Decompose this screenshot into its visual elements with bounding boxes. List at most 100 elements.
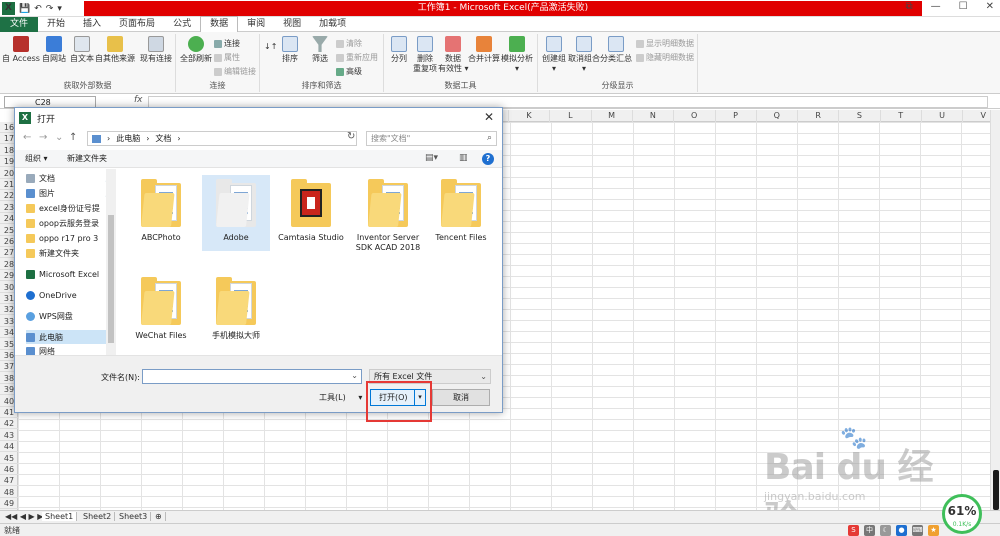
fx-icon[interactable]: fx (134, 95, 143, 105)
row-header[interactable]: 46 (0, 464, 18, 475)
column-header[interactable]: M (590, 110, 632, 122)
sort-button[interactable]: 排序 (278, 36, 302, 64)
preview-pane-icon[interactable]: ▥ (459, 153, 468, 163)
scroll-thumb[interactable] (993, 470, 999, 510)
from-text-button[interactable]: 自文本 (68, 36, 96, 64)
tab-page-layout[interactable]: 页面布局 (110, 17, 164, 32)
nav-folder-excel-id[interactable]: excel身份证号提 (26, 201, 116, 215)
sheet-tab-3[interactable]: Sheet3 (116, 512, 152, 521)
filename-input[interactable]: ⌄ (142, 369, 362, 384)
search-icon[interactable]: ⌕ (487, 132, 492, 145)
advanced-filter-button[interactable]: 高级 (336, 66, 362, 77)
subtotal-button[interactable]: 分类汇总 (600, 36, 632, 64)
reapply-button[interactable]: 重新应用 (336, 52, 378, 63)
column-header[interactable]: U (921, 110, 962, 122)
maximize-icon[interactable]: ☐ (959, 1, 968, 12)
help-icon[interactable]: ? (482, 153, 494, 165)
nav-documents[interactable]: 文档📌 (26, 171, 116, 185)
show-detail-button[interactable]: 显示明细数据 (636, 38, 694, 49)
tab-review[interactable]: 审阅 (238, 17, 274, 32)
breadcrumb-this-pc[interactable]: 此电脑 (116, 132, 140, 145)
moon-icon[interactable]: ☾ (880, 525, 891, 536)
nav-network[interactable]: 网络 (26, 347, 116, 355)
cancel-button[interactable]: 取消 (432, 389, 490, 406)
scroll-thumb[interactable] (108, 215, 114, 343)
file-item-wechat[interactable]: WeChat Files (127, 273, 195, 341)
from-web-button[interactable]: 自网站 (40, 36, 68, 64)
file-item-abcphoto[interactable]: ABCPhoto (127, 175, 195, 243)
view-options-icon[interactable]: ▤▾ (425, 153, 438, 163)
nav-pane-scrollbar[interactable] (106, 169, 116, 355)
row-header[interactable]: 43 (0, 430, 18, 441)
recent-dropdown-icon[interactable]: ⌄ (55, 132, 63, 143)
mic-icon[interactable]: ● (896, 525, 907, 536)
breadcrumb-documents[interactable]: 文档 (155, 132, 171, 145)
input-method-icon[interactable]: S (848, 525, 859, 536)
customize-qat-icon[interactable]: ▾ (57, 4, 62, 14)
organize-button[interactable]: 组织 ▾ (25, 153, 48, 164)
tab-view[interactable]: 视图 (274, 17, 310, 32)
ungroup-button[interactable]: 取消组合 ▾ (568, 36, 600, 74)
remove-duplicates-button[interactable]: 删除 重复项 (412, 36, 438, 74)
row-header[interactable]: 47 (0, 475, 18, 487)
search-input[interactable]: 搜索"文档" ⌕ (366, 131, 497, 146)
filter-button[interactable]: 筛选 (308, 36, 332, 64)
clear-filter-button[interactable]: 清除 (336, 38, 362, 49)
new-folder-button[interactable]: 新建文件夹 (67, 153, 107, 164)
tab-file[interactable]: 文件 (0, 16, 39, 32)
speed-zoom-widget[interactable]: 61% 0.1K/s (942, 494, 982, 534)
row-header[interactable]: 45 (0, 453, 18, 464)
tab-home[interactable]: 开始 (38, 17, 74, 32)
save-icon[interactable]: 💾 (19, 4, 30, 14)
existing-connections-button[interactable]: 现有连接 (138, 36, 174, 64)
sort-az-icon[interactable]: ↓↑ (264, 42, 277, 51)
row-header[interactable]: 49 (0, 498, 18, 510)
chevron-down-icon[interactable]: ⌄ (351, 371, 358, 380)
file-item-adobe[interactable]: Adobe (202, 175, 270, 251)
column-header[interactable]: T (879, 110, 921, 122)
undo-icon[interactable]: ↶ (34, 4, 42, 14)
file-item-emulator[interactable]: 手机模拟大师 (202, 273, 270, 341)
from-other-sources-button[interactable]: 自其他来源 (94, 36, 136, 64)
nav-onedrive[interactable]: OneDrive (26, 288, 116, 302)
nav-folder-opop[interactable]: opop云服务登录 (26, 216, 116, 230)
dialog-close-icon[interactable]: ✕ (484, 110, 494, 124)
forward-arrow-icon[interactable]: → (39, 132, 47, 143)
column-header[interactable]: P (714, 110, 756, 122)
address-bar[interactable]: › 此电脑 › 文档 › (87, 131, 357, 146)
back-arrow-icon[interactable]: ← (23, 132, 31, 143)
chevron-down-icon[interactable]: ⌄ (480, 370, 487, 383)
column-header[interactable]: S (838, 110, 879, 122)
nav-folder-new[interactable]: 新建文件夹 (26, 246, 116, 260)
sheet-tab-1[interactable]: Sheet1 (42, 512, 78, 521)
nav-folder-oppo[interactable]: oppo r17 pro 3 (26, 231, 116, 245)
file-item-inventor[interactable]: Inventor Server SDK ACAD 2018 (352, 175, 424, 253)
address-refresh-icon[interactable]: ↻ (347, 131, 355, 142)
redo-icon[interactable]: ↷ (46, 4, 54, 14)
file-item-camtasia[interactable]: Camtasia Studio (277, 175, 345, 243)
column-header[interactable]: Q (755, 110, 797, 122)
close-icon[interactable]: ✕ (986, 1, 994, 12)
nav-microsoft-excel[interactable]: Microsoft Excel (26, 267, 116, 281)
restore-ribbon-icon[interactable]: ⧉ (906, 1, 913, 12)
column-header[interactable]: R (797, 110, 838, 122)
what-if-analysis-button[interactable]: 模拟分析 ▾ (498, 36, 536, 74)
row-header[interactable]: 44 (0, 441, 18, 453)
tab-addins[interactable]: 加载项 (310, 17, 355, 32)
nav-this-pc[interactable]: 此电脑 (26, 330, 116, 344)
column-header[interactable]: K (508, 110, 549, 122)
column-header[interactable]: L (549, 110, 590, 122)
chinese-mode-icon[interactable]: 中 (864, 525, 875, 536)
group-button[interactable]: 创建组 ▾ (540, 36, 568, 74)
nav-pictures[interactable]: 图片📌 (26, 186, 116, 200)
vertical-scrollbar[interactable] (990, 110, 1000, 510)
connections-button[interactable]: 连接 (214, 38, 240, 49)
edit-links-button[interactable]: 编辑链接 (214, 66, 256, 77)
tab-insert[interactable]: 插入 (74, 17, 110, 32)
skin-icon[interactable]: ★ (928, 525, 939, 536)
row-header[interactable]: 42 (0, 418, 18, 430)
sheet-tab-2[interactable]: Sheet2 (80, 512, 116, 521)
column-header[interactable]: N (631, 110, 673, 122)
new-sheet-icon[interactable]: ⊕ (152, 512, 166, 521)
column-header[interactable]: O (673, 110, 714, 122)
